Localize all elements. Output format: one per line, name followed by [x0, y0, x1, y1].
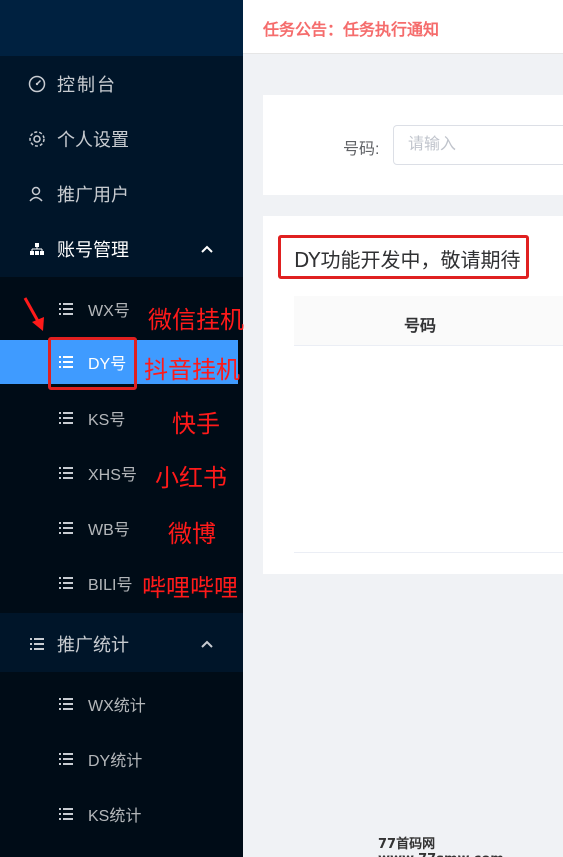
chevron-up-icon [197, 239, 217, 259]
table-bottom-border [294, 552, 563, 553]
stats-submenu: WX统计 DY统计 KS统计 [0, 672, 243, 857]
red-arrow-icon [23, 297, 44, 331]
sub-item-label: KS统计 [88, 808, 142, 825]
sub-item-label: WX统计 [88, 698, 146, 715]
list-icon [58, 520, 74, 536]
sidebar-logo-area [0, 0, 243, 56]
list-icon [58, 806, 74, 822]
number-search-input[interactable] [393, 125, 563, 165]
annotation-wb: 微博 [168, 520, 216, 548]
sub-item-label: DY统计 [88, 753, 143, 770]
column-header-number: 号码 [404, 318, 437, 335]
table-header: 号码 [294, 296, 563, 346]
list-icon [58, 465, 74, 481]
sub-item-label: KS号 [88, 412, 126, 429]
list-icon [58, 301, 74, 317]
highlight-box-notice [278, 235, 529, 279]
annotation-bili: 哔哩哔哩 [142, 574, 238, 602]
sub-item-label: WX号 [88, 303, 130, 320]
list-icon [58, 410, 74, 426]
sub-item-label: XHS号 [88, 467, 137, 484]
annotation-wx: 微信挂机 [148, 306, 244, 334]
sub-item-label: BILI号 [88, 577, 133, 594]
sidebar-item-promo-users[interactable]: 推广用户 [0, 172, 243, 216]
list-icon [58, 696, 74, 712]
annotation-xhs: 小红书 [155, 464, 227, 492]
top-header: 任务公告：任务执行通知 [243, 0, 563, 54]
search-card: 号码: [263, 95, 563, 195]
watermark: 77首码网 www.77smw.com [378, 837, 504, 857]
gear-icon [27, 129, 47, 149]
sub-item-dy-stats[interactable]: DY统计 [0, 737, 243, 781]
sidebar-item-label: 账号管理 [57, 240, 129, 260]
sidebar-item-label: 个人设置 [57, 130, 129, 150]
list-icon [27, 634, 47, 654]
sidebar-item-promo-stats[interactable]: 推广统计 [0, 622, 243, 666]
sidebar-item-settings[interactable]: 个人设置 [0, 117, 243, 161]
number-label: 号码: [343, 141, 380, 158]
annotation-dy: 抖音挂机 [144, 356, 240, 384]
sidebar-item-label: 推广统计 [57, 635, 129, 655]
annotation-ks: 快手 [172, 410, 220, 438]
sitemap-icon [27, 239, 47, 259]
dashboard-icon [27, 74, 47, 94]
list-icon [58, 575, 74, 591]
sidebar-item-label: 控制台 [57, 75, 117, 95]
user-icon [27, 184, 47, 204]
sidebar-item-label: 推广用户 [57, 185, 129, 205]
task-notice[interactable]: 任务公告：任务执行通知 [263, 16, 439, 40]
chevron-up-icon [197, 634, 217, 654]
sub-item-label: WB号 [88, 522, 130, 539]
highlight-box-dy [48, 337, 137, 390]
sub-item-ks-stats[interactable]: KS统计 [0, 792, 243, 836]
sub-item-wx-stats[interactable]: WX统计 [0, 682, 243, 726]
sidebar-item-dashboard[interactable]: 控制台 [0, 62, 243, 106]
sidebar-item-account-mgmt[interactable]: 账号管理 [0, 227, 243, 271]
list-icon [58, 751, 74, 767]
